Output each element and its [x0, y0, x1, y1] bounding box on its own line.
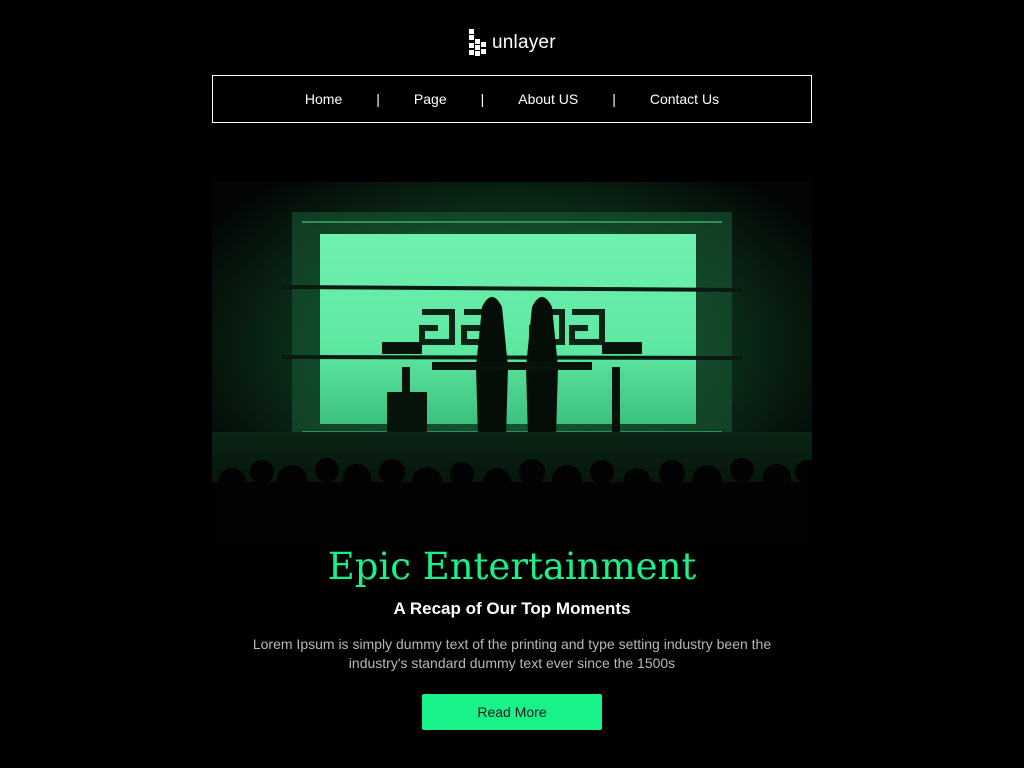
description-text: Lorem Ipsum is simply dummy text of the …: [252, 636, 772, 671]
nav-item-contact-us[interactable]: Contact Us: [650, 91, 719, 107]
nav-separator: |: [376, 91, 380, 107]
nav-item-page[interactable]: Page: [414, 91, 447, 107]
unlayer-logo-icon: [469, 29, 486, 56]
concert-stage-photo: [212, 182, 812, 544]
nav-item-home[interactable]: Home: [305, 91, 342, 107]
main-nav: Home | Page | About US | Contact Us: [212, 75, 812, 123]
brand-logo[interactable]: unlayer: [469, 28, 556, 58]
nav-separator: |: [612, 91, 616, 107]
email-page: unlayer Home | Page | About US | Contact…: [0, 0, 1024, 768]
brand-name: unlayer: [492, 32, 556, 53]
subheadline: A Recap of Our Top Moments: [393, 599, 631, 618]
nav-item-about-us[interactable]: About US: [518, 91, 578, 107]
headline: Epic Entertainment: [327, 545, 697, 588]
nav-separator: |: [480, 91, 485, 107]
hero-image: [212, 182, 812, 544]
read-more-button[interactable]: Read More: [422, 694, 602, 730]
